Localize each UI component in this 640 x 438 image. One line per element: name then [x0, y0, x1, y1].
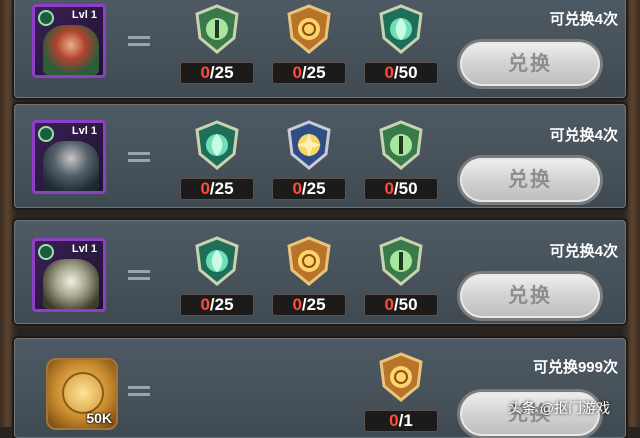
- required-count: /1: [398, 411, 413, 430]
- hero-portrait[interactable]: Lvl 1: [32, 4, 106, 78]
- element-icon: [38, 10, 54, 26]
- required-count: /25: [301, 63, 326, 82]
- required-count: /50: [393, 179, 418, 198]
- gold-emblem-icon: [379, 352, 423, 402]
- equals-icon: [128, 152, 150, 162]
- item-count: 0/50: [364, 294, 438, 316]
- hero-witch-icon: [43, 25, 99, 75]
- owned-count: 0: [200, 179, 210, 198]
- item-count: 0/1: [364, 410, 438, 432]
- exchange-remaining: 可兑换4次: [549, 243, 618, 260]
- green-eye-emblem-icon: [195, 4, 239, 54]
- hero-portrait[interactable]: Lvl 1: [32, 120, 106, 194]
- hero-level: Lvl 1: [71, 9, 97, 21]
- blue-star-emblem-icon: [287, 120, 331, 170]
- item-count: 0/25: [180, 178, 254, 200]
- equals-icon: [128, 36, 150, 46]
- owned-count: 0: [389, 411, 399, 430]
- item-count: 0/25: [272, 294, 346, 316]
- hero-level: Lvl 1: [71, 243, 97, 255]
- gold-amount: 50K: [86, 410, 112, 426]
- hero-portrait[interactable]: Lvl 1: [32, 238, 106, 312]
- hero-armored-icon: [43, 259, 99, 309]
- element-icon: [38, 126, 54, 142]
- item-count: 0/25: [272, 62, 346, 84]
- item-count: 0/50: [364, 178, 438, 200]
- exchange-button[interactable]: 兑换: [460, 274, 600, 318]
- owned-count: 0: [292, 63, 302, 82]
- equals-icon: [128, 386, 150, 396]
- owned-count: 0: [384, 295, 394, 314]
- item-count: 0/25: [180, 62, 254, 84]
- exchange-remaining: 可兑换999次: [532, 359, 618, 376]
- equals-icon: [128, 270, 150, 280]
- required-count: /50: [393, 295, 418, 314]
- gold-coin-icon[interactable]: 50K: [46, 358, 118, 430]
- hero-hooded-icon: [43, 141, 99, 191]
- green-leaf-emblem-icon: [195, 120, 239, 170]
- owned-count: 0: [200, 295, 210, 314]
- owned-count: 0: [292, 295, 302, 314]
- required-count: /50: [393, 63, 418, 82]
- green-leaf-emblem-icon: [195, 236, 239, 286]
- exchange-button[interactable]: 兑换: [460, 158, 600, 202]
- required-count: /25: [209, 295, 234, 314]
- owned-count: 0: [200, 63, 210, 82]
- owned-count: 0: [384, 179, 394, 198]
- item-count: 0/50: [364, 62, 438, 84]
- exchange-remaining: 可兑换4次: [549, 11, 618, 28]
- required-count: /25: [301, 295, 326, 314]
- element-icon: [38, 244, 54, 260]
- watermark: 头条 @抠门游戏: [508, 400, 611, 416]
- coin-icon: [62, 372, 104, 414]
- exchange-button[interactable]: 兑换: [460, 42, 600, 86]
- exchange-remaining: 可兑换4次: [549, 127, 618, 144]
- green-eye-emblem-icon: [379, 236, 423, 286]
- item-count: 0/25: [180, 294, 254, 316]
- owned-count: 0: [384, 63, 394, 82]
- gold-emblem-icon: [287, 236, 331, 286]
- item-count: 0/25: [272, 178, 346, 200]
- owned-count: 0: [292, 179, 302, 198]
- hero-level: Lvl 1: [71, 125, 97, 137]
- gold-emblem-icon: [287, 4, 331, 54]
- required-count: /25: [301, 179, 326, 198]
- required-count: /25: [209, 63, 234, 82]
- green-eye-emblem-icon: [379, 120, 423, 170]
- required-count: /25: [209, 179, 234, 198]
- green-leaf-emblem-icon: [379, 4, 423, 54]
